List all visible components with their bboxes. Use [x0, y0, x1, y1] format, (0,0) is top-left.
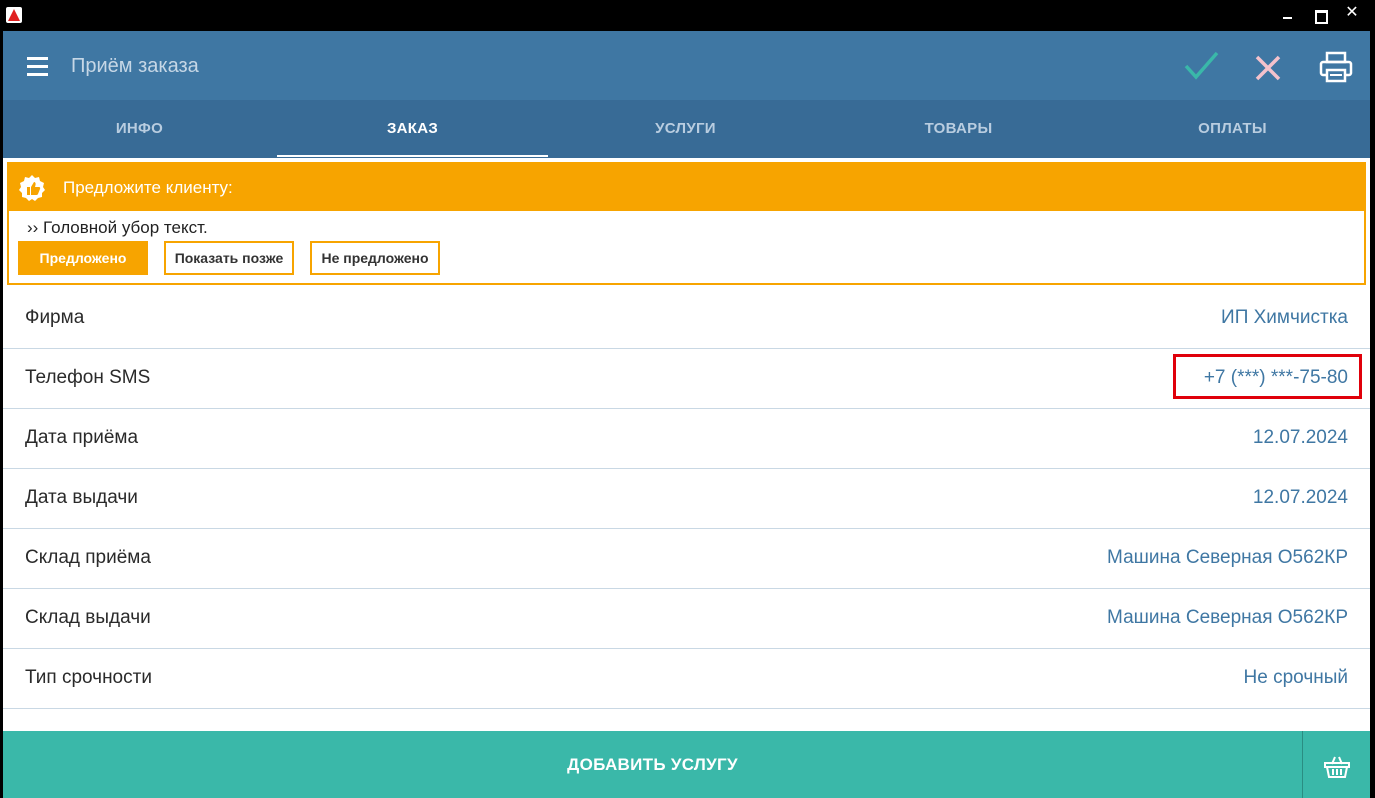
upsell-panel: Предложите клиенту: ›› Головной убор тек…: [7, 162, 1366, 285]
field-row-urgency[interactable]: Тип срочности Не срочный: [3, 649, 1370, 709]
field-value[interactable]: Машина Северная О562КР: [1107, 607, 1348, 629]
tab-payments[interactable]: ОПЛАТЫ: [1095, 100, 1370, 158]
app-logo-icon: [6, 7, 22, 23]
field-row-issue-date[interactable]: Дата выдачи 12.07.2024: [3, 469, 1370, 529]
tab-services[interactable]: УСЛУГИ: [549, 100, 822, 158]
close-icon[interactable]: [1251, 51, 1285, 85]
upsell-title: Предложите клиенту:: [63, 178, 233, 197]
hamburger-icon[interactable]: [27, 57, 48, 77]
field-value[interactable]: ИП Химчистка: [1221, 307, 1348, 329]
field-label: Склад выдачи: [25, 607, 151, 628]
check-icon[interactable]: [1183, 49, 1219, 83]
badge-thumb-icon: [19, 175, 45, 201]
not-offered-button[interactable]: Не предложено: [310, 241, 440, 275]
basket-icon: [1324, 756, 1350, 778]
field-value[interactable]: 12.07.2024: [1253, 427, 1348, 449]
field-row-firm[interactable]: Фирма ИП Химчистка: [3, 289, 1370, 349]
field-value[interactable]: Машина Северная О562КР: [1107, 547, 1348, 569]
field-label: Дата выдачи: [25, 487, 138, 508]
field-row-issue-warehouse[interactable]: Склад выдачи Машина Северная О562КР: [3, 589, 1370, 649]
os-titlebar: ✕: [0, 0, 1375, 31]
field-row-receive-warehouse[interactable]: Склад приёма Машина Северная О562КР: [3, 529, 1370, 589]
page-title: Приём заказа: [71, 55, 199, 77]
offered-button[interactable]: Предложено: [18, 241, 148, 275]
field-label: Тип срочности: [25, 667, 152, 688]
tab-info[interactable]: ИНФО: [3, 100, 276, 158]
tab-goods[interactable]: ТОВАРЫ: [822, 100, 1095, 158]
field-row-phone[interactable]: Телефон SMS +7 (***) ***-75-80: [3, 349, 1370, 409]
upsell-header: Предложите клиенту:: [9, 164, 1364, 211]
tab-order[interactable]: ЗАКАЗ: [276, 100, 549, 158]
field-value[interactable]: 12.07.2024: [1253, 487, 1348, 509]
printer-icon[interactable]: [1319, 51, 1353, 83]
field-label: Телефон SMS: [25, 367, 151, 388]
field-label: Склад приёма: [25, 547, 151, 568]
active-tab-indicator: [277, 155, 548, 157]
field-row-receive-date[interactable]: Дата приёма 12.07.2024: [3, 409, 1370, 469]
minimize-icon[interactable]: [1281, 8, 1295, 22]
footer-bar: ДОБАВИТЬ УСЛУГУ: [3, 731, 1370, 798]
window-close-icon[interactable]: ✕: [1345, 5, 1359, 21]
upsell-text: ›› Головной убор текст.: [27, 218, 208, 237]
field-label: Дата приёма: [25, 427, 139, 448]
add-service-button[interactable]: ДОБАВИТЬ УСЛУГУ: [3, 731, 1302, 798]
show-later-button[interactable]: Показать позже: [164, 241, 294, 275]
tab-bar: ИНФО ЗАКАЗ УСЛУГИ ТОВАРЫ ОПЛАТЫ: [3, 100, 1370, 158]
field-value[interactable]: Не срочный: [1244, 667, 1348, 689]
app-window: Приём заказа ИНФО ЗАКАЗ УСЛУГИ ТОВАРЫ ОП…: [3, 31, 1370, 798]
annotation-highlight-box: [1173, 354, 1362, 399]
app-bar: Приём заказа: [3, 31, 1370, 100]
maximize-icon[interactable]: [1313, 8, 1328, 24]
field-label: Фирма: [25, 307, 85, 328]
basket-button[interactable]: [1303, 731, 1370, 798]
